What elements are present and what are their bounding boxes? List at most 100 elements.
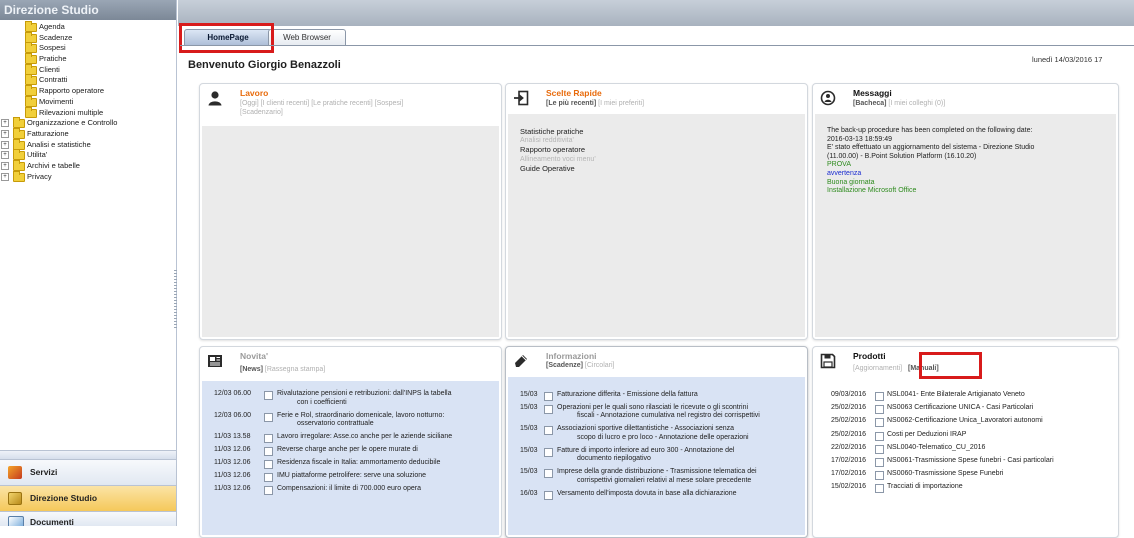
row-date: 22/02/2016: [831, 443, 867, 451]
row-text-line: Operazioni per le quali sono rilasciati …: [557, 403, 749, 411]
row-text: NSL0040-Telematico_CU_2016: [887, 443, 986, 451]
product-row[interactable]: 25/02/2016 NS0062-Certificazione Unica_La…: [815, 417, 1116, 428]
row-text: Imprese della grande distribuzione - Tra…: [557, 468, 757, 485]
lavoro-links-row[interactable]: [Oggi] [I clienti recenti] [Le pratiche …: [240, 99, 403, 108]
product-row[interactable]: 15/02/2016 Tracciati di importazione: [815, 483, 1116, 494]
message-line[interactable]: 2016-03-13 18:59:49: [827, 136, 1034, 145]
tree-item[interactable]: + Fatturazione: [0, 127, 176, 140]
tree-item[interactable]: + Privacy: [0, 170, 176, 183]
product-row[interactable]: 17/02/2016 NS0061-Trasmissione Spese fune…: [815, 457, 1116, 467]
row-date: 17/02/2016: [831, 457, 867, 464]
quick-choice-item: Analisi redditivita': [520, 137, 574, 145]
link-circolari[interactable]: [Circolari]: [583, 362, 615, 369]
product-row[interactable]: 25/02/2016 NS0063 Certificazione UNICA - …: [815, 404, 1116, 415]
tree-item[interactable]: + Archivi e tabelle: [0, 159, 176, 172]
expand-icon[interactable]: +: [1, 140, 9, 149]
tree-item[interactable]: Rilevazioni multiple: [0, 106, 176, 119]
deadline-row[interactable]: 15/03 Fatture di importo inferiore ad eur…: [508, 447, 805, 464]
link-preferiti[interactable]: [I miei preferiti]: [596, 100, 644, 107]
tree-item-label: Contratti: [39, 75, 68, 85]
message-line[interactable]: PROVA: [827, 161, 1034, 170]
quick-choice-item[interactable]: Rapporto operatore: [520, 145, 596, 154]
panel-title[interactable]: Informazioni: [546, 351, 597, 361]
panel-links[interactable]: [Oggi] [I clienti recenti] [Le pratiche …: [240, 99, 403, 117]
quick-choice-item[interactable]: Statistiche pratiche: [520, 127, 596, 136]
message-line[interactable]: E' stato effettuato un aggiornamento del…: [827, 144, 1034, 153]
expand-icon[interactable]: +: [1, 129, 9, 138]
news-row[interactable]: 11/03 12.06 Reverse charge anche per le o…: [202, 445, 499, 456]
lavoro-links-scadenzario[interactable]: [Scadenzario]: [240, 108, 403, 117]
document-icon: [544, 490, 553, 500]
tree-item[interactable]: + Utilita': [0, 149, 176, 161]
expand-icon[interactable]: +: [1, 161, 9, 170]
folder-icon: [25, 53, 37, 65]
panel-links[interactable]: [Le più recenti] [I miei preferiti]: [546, 99, 644, 108]
link-news[interactable]: [News]: [240, 366, 263, 373]
panel-title[interactable]: Prodotti: [853, 351, 886, 361]
link-scadenze[interactable]: [Scadenze]: [546, 362, 583, 369]
expand-icon[interactable]: +: [1, 172, 9, 181]
expand-icon[interactable]: +: [1, 119, 9, 128]
quick-choice-item[interactable]: Guide Operative: [520, 164, 596, 173]
deadline-row[interactable]: 15/03 Imprese della grande distribuzione …: [508, 468, 805, 485]
expand-icon[interactable]: +: [1, 151, 9, 160]
deadline-row[interactable]: 16/03 Versamento dell'imposta dovuta in b…: [508, 490, 805, 500]
link-rassegna-stampa[interactable]: [Rassegna stampa]: [263, 366, 325, 373]
row-date: 11/03 12.06: [214, 445, 251, 453]
row-text: Compensazioni: il limite di 700.000 euro…: [277, 485, 421, 494]
deadline-row[interactable]: 15/03 Operazioni per le quali sono rilasc…: [508, 404, 805, 421]
row-text: Fatturazione differita - Emissione della…: [557, 391, 698, 400]
tree-item[interactable]: + Organizzazione e Controllo: [0, 117, 176, 129]
panel-title[interactable]: Scelte Rapide: [546, 88, 602, 98]
folder-icon: [25, 21, 37, 32]
tab-web-browser[interactable]: Web Browser: [268, 29, 346, 45]
message-line[interactable]: Installazione Microsoft Office: [827, 187, 1034, 196]
folder-icon: [13, 127, 25, 139]
folder-icon: [13, 138, 25, 150]
row-text-line: fiscali - Annotazione cumulativa nel reg…: [577, 412, 760, 420]
news-row[interactable]: 11/03 12.06 Compensazioni: il limite di 7…: [202, 485, 499, 495]
nav-button-direzione-studio[interactable]: Direzione Studio: [0, 485, 176, 511]
document-icon: [264, 472, 273, 482]
nav-button-servizi[interactable]: Servizi: [0, 459, 176, 485]
bottom-nav-splitter[interactable]: [0, 450, 176, 459]
product-row[interactable]: 25/02/2016 Costi per Deduzioni IRAP: [815, 431, 1116, 441]
message-line[interactable]: The back-up procedure has been completed…: [827, 127, 1034, 136]
deadline-row[interactable]: 15/03 Associazioni sportive dilettantisti…: [508, 425, 805, 442]
row-text: NS0063 Certificazione UNICA - Casi Parti…: [887, 404, 1034, 412]
row-date: 25/02/2016: [831, 404, 867, 412]
message-line[interactable]: (11.00.00) - B.Point Solution Platform (…: [827, 153, 1034, 162]
tree-item[interactable]: + Analisi e statistiche: [0, 138, 176, 151]
link-aggiornamenti[interactable]: [Aggiornamenti]: [853, 365, 902, 372]
link-colleghi[interactable]: [I miei colleghi (0)]: [886, 100, 945, 107]
row-text-line: Fatture di importo inferiore ad euro 300…: [557, 446, 735, 454]
left-navigation: Direzione Studio Agenda Scadenze Sospesi Pr…: [0, 0, 177, 526]
row-date: 25/02/2016: [831, 430, 867, 438]
message-line[interactable]: Buona giornata: [827, 179, 1034, 188]
news-row[interactable]: 11/03 12.06 Residenza fiscale in Italia: …: [202, 459, 499, 469]
panel-title[interactable]: Messaggi: [853, 88, 892, 98]
link-piu-recenti[interactable]: [Le più recenti]: [546, 100, 596, 107]
nav-button-documenti[interactable]: Documenti: [0, 511, 176, 526]
folder-icon: [25, 63, 37, 75]
news-row[interactable]: 11/03 13.58 Lavoro irregolare: Asse.co an…: [202, 433, 499, 443]
panel-title[interactable]: Lavoro: [240, 88, 268, 98]
deadline-row[interactable]: 15/03 Fatturazione differita - Emissione …: [508, 391, 805, 401]
message-line[interactable]: avvertenza: [827, 170, 1034, 179]
product-row[interactable]: 09/03/2016 NSL0041- Ente Bilaterale Artig…: [815, 391, 1116, 401]
panel-links[interactable]: [Bacheca] [I miei colleghi (0)]: [853, 99, 945, 108]
document-icon: [875, 484, 884, 494]
news-row[interactable]: 11/03 12.06 IMU piattaforme petrolifere: …: [202, 472, 499, 482]
panel-links[interactable]: [Scadenze] [Circolari]: [546, 361, 614, 370]
row-date: 17/02/2016: [831, 470, 867, 478]
link-bacheca[interactable]: [Bacheca]: [853, 100, 886, 107]
tree-item-label: Privacy: [27, 171, 52, 181]
news-row[interactable]: 12/03 06.00 Ferie e Rol, straordinario do…: [202, 412, 499, 429]
panel-title[interactable]: Novita': [240, 351, 268, 361]
product-row[interactable]: 17/02/2016 NS0060-Trasmissione Spese Fune…: [815, 470, 1116, 481]
splitter-handle[interactable]: [174, 270, 177, 330]
product-row[interactable]: 22/02/2016 NSL0040-Telematico_CU_2016: [815, 444, 1116, 454]
news-row[interactable]: 12/03 06.00 Rivalutazione pensioni e retr…: [202, 390, 499, 407]
document-icon: [875, 431, 884, 441]
panel-links[interactable]: [News] [Rassegna stampa]: [240, 365, 325, 374]
